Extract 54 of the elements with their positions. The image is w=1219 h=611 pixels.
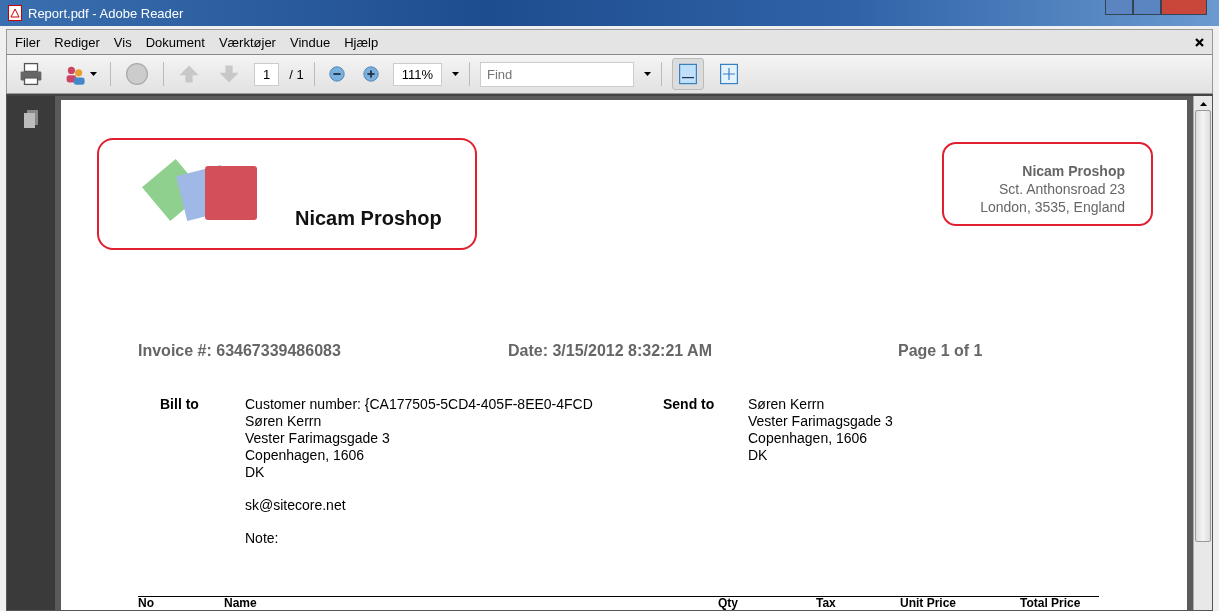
invoice-number: Invoice #: 63467339486083: [138, 342, 342, 360]
caret-icon: [644, 72, 652, 76]
menu-item[interactable]: Vindue: [289, 34, 331, 50]
minimize-button[interactable]: [1105, 0, 1133, 15]
column-header: Tax: [816, 597, 837, 610]
zoom-field[interactable]: 111%: [392, 62, 443, 86]
printer-icon: [18, 61, 44, 87]
address-line: DK: [748, 447, 769, 464]
company-name: Nicam Proshop: [295, 207, 442, 230]
address-line: Nicam Proshop: [1022, 162, 1125, 180]
address-line: Customer number: {CA177505-5CD4-405F-8EE0-4FCD: [245, 396, 594, 413]
menu-item[interactable]: Vis: [113, 34, 132, 50]
menu-item[interactable]: Dokument: [145, 34, 205, 50]
address-line: Sct. Anthonsroad 23: [998, 180, 1125, 198]
page-total: / 1: [289, 66, 304, 82]
pages-icon: [21, 108, 41, 130]
address-line: Søren Kerrn: [245, 413, 323, 430]
page-count: Page 1 of 1: [898, 342, 984, 360]
column-header: Unit Price: [900, 597, 957, 610]
column-header: Qty: [718, 597, 739, 610]
menu-item[interactable]: Hjælp: [344, 34, 379, 50]
note-label: Note:: [245, 530, 280, 547]
caret-icon: [452, 72, 460, 76]
address-line: DK: [245, 464, 266, 481]
close-icon[interactable]: [1195, 37, 1204, 47]
scrollbar[interactable]: [1193, 96, 1212, 610]
plus-circle-icon: [361, 65, 380, 83]
menu-item[interactable]: Værktøjer: [218, 34, 276, 50]
address-line: Copenhagen, 1606: [748, 430, 869, 447]
column-header: Name: [224, 597, 258, 610]
fit-width-button[interactable]: [672, 58, 705, 90]
page-number-field[interactable]: 1: [254, 62, 280, 86]
invoice-date: Date: 3/15/2012 8:32:21 AM: [508, 342, 713, 360]
column-header: No: [138, 597, 155, 610]
window-title: Report.pdf - Adobe Reader: [28, 5, 184, 21]
menu-item[interactable]: Filer: [15, 34, 41, 50]
email-text: sk@sitecore.net: [245, 497, 347, 514]
pdf-file-icon: [8, 5, 22, 21]
address-line: Vester Farimagsgade 3: [748, 413, 894, 430]
find-field[interactable]: Find: [480, 61, 635, 87]
menu-item[interactable]: Rediger: [54, 34, 100, 50]
scroll-thumb[interactable]: [1195, 110, 1211, 542]
address-line: Copenhagen, 1606: [245, 447, 366, 464]
address-line: Vester Farimagsgade 3: [245, 430, 391, 447]
bill-to-label: Bill to: [160, 396, 200, 414]
send-to-label: Send to: [663, 396, 716, 414]
caret-icon: [90, 72, 97, 76]
column-header: Total Price: [1020, 597, 1082, 610]
scroll-up-icon[interactable]: [1199, 102, 1207, 106]
maximize-button[interactable]: [1133, 0, 1161, 15]
address-line: Søren Kerrn: [748, 396, 826, 413]
close-button[interactable]: [1161, 0, 1207, 15]
address-line: London, 3535, England: [980, 198, 1125, 216]
minus-circle-icon: [327, 65, 346, 83]
